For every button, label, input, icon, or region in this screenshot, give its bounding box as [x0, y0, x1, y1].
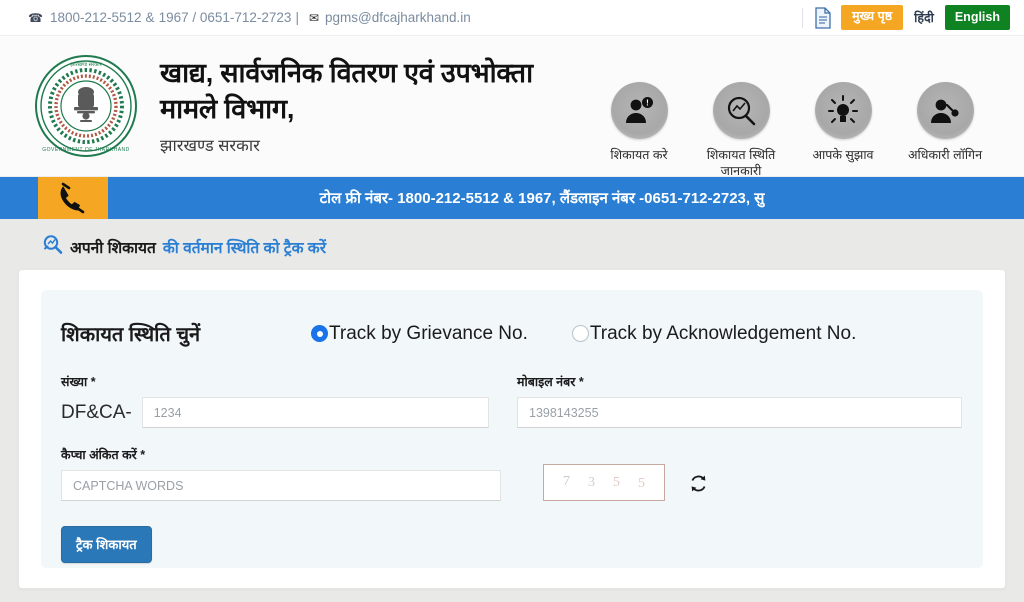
lightbulb-icon — [814, 82, 872, 139]
grievance-number-field-group: संख्या * DF&CA- — [61, 373, 507, 428]
captcha-digit: 5 — [638, 475, 645, 491]
svg-text:GOVERNMENT OF JHARKHAND: GOVERNMENT OF JHARKHAND — [42, 147, 130, 153]
captcha-digit: 3 — [588, 474, 595, 490]
nav-label: शिकायत करे — [610, 148, 668, 162]
magnifier-chart-icon — [712, 82, 770, 139]
nav-item-grievance-status[interactable]: शिकायत स्थिति जानकारी — [694, 82, 788, 179]
track-form-card: शिकायत स्थिति चुनें Track by Grievance N… — [41, 290, 983, 568]
tollfree-text: टोल फ्री नंबर- 1800-212-5512 & 1967, लैं… — [319, 190, 765, 207]
radio-track-by-grievance[interactable]: Track by Grievance No. — [311, 323, 528, 345]
page-title-dark: अपनी शिकायत — [70, 240, 156, 257]
radio-track-by-acknowledgement[interactable]: Track by Acknowledgement No. — [571, 322, 857, 345]
department-name-block: खाद्य, सार्वजनिक वितरण एवं उपभोक्ता मामल… — [160, 56, 580, 156]
fields-row: संख्या * DF&CA- मोबाइल नंबर * — [61, 373, 963, 428]
top-contact-bar: ☎ 1800-212-5512 & 1967 / 0651-712-2723 |… — [0, 0, 1024, 36]
captcha-label: कैप्चा अंकित करें * — [61, 448, 146, 462]
radio-indicator-selected[interactable] — [311, 325, 328, 342]
submit-row: ट्रैक शिकायत — [61, 526, 963, 563]
phone-primary-link[interactable]: 1800-212-5512 — [50, 10, 142, 25]
mobile-number-field-group: मोबाइल नंबर * — [517, 373, 963, 428]
nav-item-file-grievance[interactable]: ! शिकायत करे — [592, 82, 686, 179]
person-key-icon — [916, 82, 974, 139]
phone-icon: ☎ — [28, 10, 43, 25]
svg-text:झारखण्ड सरकार: झारखण्ड सरकार — [70, 62, 102, 68]
home-button[interactable]: मुख्य पृष्ठ — [841, 5, 904, 30]
page-root: ☎ 1800-212-5512 & 1967 / 0651-712-2723 |… — [0, 0, 1024, 602]
department-subtitle: झारखण्ड सरकार — [160, 137, 260, 156]
svg-text:!: ! — [646, 98, 649, 107]
email-link[interactable]: pgms@dfcajharkhand.in — [325, 10, 471, 25]
pipe-separator: | — [295, 10, 299, 25]
vertical-divider — [802, 7, 804, 28]
person-alert-icon: ! — [610, 82, 668, 139]
number-label: संख्या * — [61, 375, 96, 389]
radio-indicator[interactable] — [571, 325, 589, 342]
contact-info: ☎ 1800-212-5512 & 1967 / 0651-712-2723 |… — [28, 10, 471, 25]
ampersand-separator: & — [145, 10, 155, 25]
language-hindi[interactable]: हिंदी — [912, 9, 936, 26]
radio-label: Track by Grievance No. — [329, 322, 528, 344]
captcha-image: 7 3 5 5 — [543, 464, 665, 501]
language-english[interactable]: English — [944, 5, 1010, 30]
site-header: झारखण्ड सरकार GOVERNMENT OF JHARKHAND खा… — [0, 36, 1024, 179]
phone-secondary-link[interactable]: 1967 / 0651-712-2723 — [159, 10, 292, 25]
mobile-number-input[interactable] — [517, 397, 962, 428]
tollfree-banner: टोल फ्री नंबर- 1800-212-5512 & 1967, लैं… — [0, 177, 1024, 219]
jharkhand-emblem-icon: झारखण्ड सरकार GOVERNMENT OF JHARKHAND — [34, 54, 138, 158]
page-title: अपनी शिकायत की वर्तमान स्थिति को ट्रैक क… — [42, 234, 1024, 260]
nav-label: अधिकारी लॉगिन — [907, 148, 983, 162]
document-icon[interactable] — [814, 6, 832, 29]
track-panel: शिकायत स्थिति चुनें Track by Grievance N… — [18, 269, 1006, 589]
envelope-icon: ✉ — [308, 10, 320, 25]
nav-item-officer-login[interactable]: अधिकारी लॉगिन — [898, 82, 992, 179]
select-status-label: शिकायत स्थिति चुनें — [61, 324, 201, 346]
captcha-digit: 5 — [613, 474, 620, 490]
track-mode-radiogroup: Track by Grievance No. Track by Acknowle… — [311, 323, 856, 345]
page-title-blue: की वर्तमान स्थिति को ट्रैक करें — [162, 240, 327, 257]
main-content: अपनी शिकायत की वर्तमान स्थिति को ट्रैक क… — [0, 234, 1024, 589]
captcha-row: कैप्चा अंकित करें * 7 3 5 5 — [61, 446, 963, 501]
refresh-icon[interactable] — [689, 474, 708, 493]
top-actions: मुख्य पृष्ठ हिंदी English — [802, 5, 1010, 30]
nav-label: आपके सुझाव — [812, 148, 874, 162]
radio-label: Track by Acknowledgement No. — [589, 322, 857, 344]
number-prefix: DF&CA- — [61, 401, 132, 423]
mobile-label: मोबाइल नंबर * — [517, 375, 584, 389]
department-title: खाद्य, सार्वजनिक वितरण एवं उपभोक्ता मामल… — [160, 57, 533, 124]
search-status-icon — [42, 234, 63, 260]
phone-handset-icon — [38, 177, 108, 219]
captcha-digit: 7 — [563, 473, 570, 489]
status-type-row: शिकायत स्थिति चुनें Track by Grievance N… — [61, 320, 963, 347]
nav-label: शिकायत स्थिति जानकारी — [706, 148, 776, 178]
captcha-field-group: कैप्चा अंकित करें * — [61, 446, 521, 501]
grievance-number-input[interactable] — [141, 397, 489, 428]
header-nav: ! शिकायत करे शिकायत स्थिति जानकारी आपके … — [592, 82, 992, 179]
track-grievance-button[interactable]: ट्रैक शिकायत — [61, 526, 152, 563]
nav-item-suggestions[interactable]: आपके सुझाव — [796, 82, 890, 179]
captcha-input[interactable] — [61, 470, 501, 501]
